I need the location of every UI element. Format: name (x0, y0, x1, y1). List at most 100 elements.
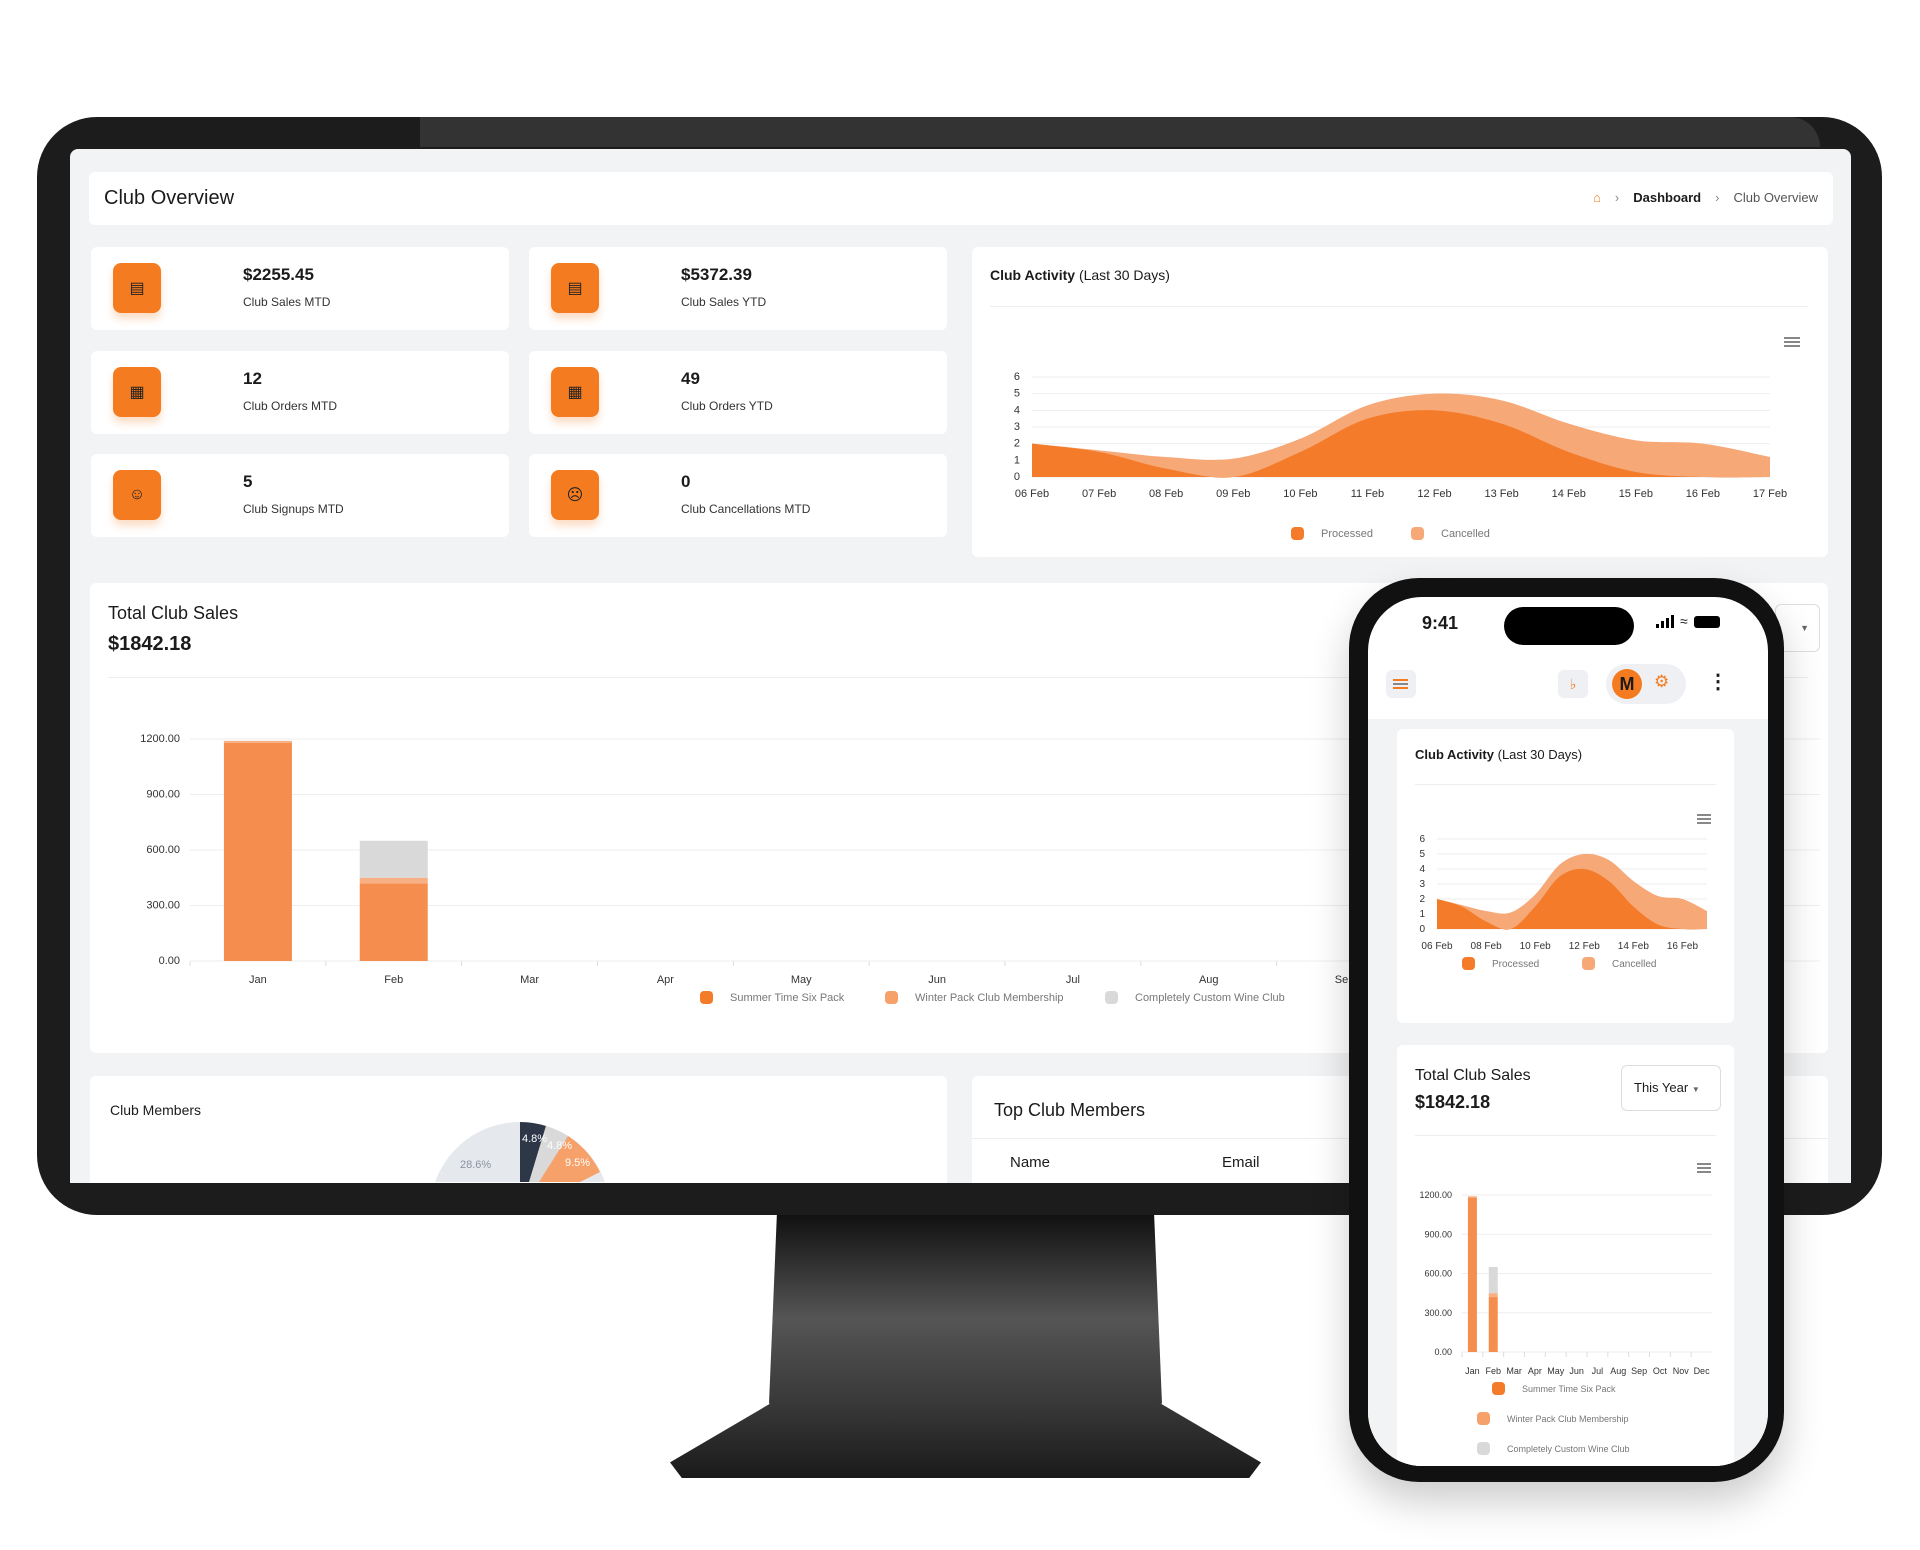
y-tick-label: 1200.00 (1419, 1190, 1452, 1200)
gear-icon[interactable]: ⚙ (1654, 672, 1669, 692)
profile-pill[interactable]: M ⚙ (1606, 664, 1686, 704)
y-tick-label: 0 (1014, 471, 1020, 483)
legend-label: Winter Pack Club Membership (915, 992, 1064, 1004)
y-tick-label: 6 (1014, 371, 1020, 383)
y-tick-label: 1 (1014, 454, 1020, 466)
document-icon: ▦ (551, 367, 599, 417)
avatar[interactable]: M (1612, 669, 1642, 699)
legend-swatch (1477, 1442, 1490, 1455)
divider (1415, 1135, 1716, 1136)
bar-0 (223, 742, 292, 961)
status-time: 9:41 (1422, 613, 1459, 633)
stat-value: 0 (681, 472, 691, 491)
signal-icon (1656, 615, 1674, 628)
stat-value: 12 (243, 369, 262, 388)
x-tick-label: Jun (1569, 1366, 1584, 1376)
chart-menu-icon[interactable] (1697, 1163, 1711, 1173)
stat-label: Club Sales YTD (681, 295, 767, 309)
bar-1 (359, 877, 428, 884)
bar-1 (223, 740, 292, 743)
y-tick-label: 4 (1014, 404, 1020, 416)
column-header-email[interactable]: Email (1222, 1154, 1260, 1171)
stat-label: Club Orders YTD (681, 399, 773, 413)
bar-0 (1467, 1197, 1477, 1352)
activity-chart: 0 1 2 3 4 5 6 06 Feb 08 Feb 10 Feb 12 Feb 14 Feb 16 … (1419, 834, 1707, 970)
x-tick-label: Jul (1592, 1366, 1604, 1376)
wifi-icon: ≈ (1680, 613, 1688, 629)
legend-label: Completely Custom Wine Club (1507, 1444, 1630, 1454)
bar-2 (359, 840, 428, 878)
x-tick-label: 08 Feb (1471, 941, 1503, 952)
title-bold: Club Activity (990, 267, 1076, 283)
page-header: Club Overview ⌂ › Dashboard › Club Overv… (89, 172, 1833, 225)
y-tick-label: 600.00 (146, 844, 180, 856)
x-tick-label: Feb (1485, 1366, 1501, 1376)
legend-label: Summer Time Six Pack (730, 992, 845, 1004)
x-tick-label: 06 Feb (1421, 941, 1453, 952)
y-tick-label: 2 (1014, 438, 1020, 450)
x-tick-label: 12 Feb (1417, 488, 1451, 500)
bar-0 (359, 883, 428, 961)
legend-swatch (1477, 1412, 1490, 1425)
breadcrumb-dashboard[interactable]: Dashboard (1633, 190, 1701, 205)
home-icon[interactable]: ⌂ (1593, 190, 1601, 205)
bar-1 (1467, 1196, 1477, 1198)
sales-total: $1842.18 (108, 633, 192, 655)
phone-screen: 9:41 ≈ ♭ M ⚙ ⋮ Club Activity (Last 30 Da… (1368, 597, 1768, 1466)
more-vertical-icon[interactable]: ⋮ (1708, 669, 1728, 694)
y-tick-label: 300.00 (146, 900, 180, 912)
monitor-base (670, 1400, 1261, 1478)
legend-swatch (1291, 527, 1304, 540)
stat-label: Club Orders MTD (243, 399, 338, 413)
card-title: Club Activity (Last 30 Days) (1415, 747, 1582, 762)
y-tick-label: 5 (1419, 849, 1425, 860)
credit-card-icon: ▤ (113, 263, 161, 313)
legend-swatch (1492, 1382, 1505, 1395)
x-tick-label: 11 Feb (1351, 488, 1384, 500)
period-value: This Year (1634, 1080, 1689, 1095)
stat-value: 49 (681, 369, 700, 388)
chevron-right-icon: › (1715, 190, 1720, 205)
period-dropdown[interactable]: This Year ▼ (1621, 1065, 1721, 1111)
divider (990, 306, 1808, 307)
legend-swatch (1462, 957, 1475, 970)
y-tick-label: 900.00 (146, 789, 180, 801)
x-tick-label: Aug (1199, 974, 1219, 986)
x-tick-label: 08 Feb (1149, 488, 1183, 500)
card-title: Club Members (110, 1102, 202, 1118)
y-tick-label: 1200.00 (140, 733, 180, 745)
x-tick-label: 17 Feb (1753, 488, 1787, 500)
club-members-card: Club Members 4.8% 4.8% 9.5% 28.6% (90, 1076, 947, 1183)
phone-content: Club Activity (Last 30 Days) 0 1 2 3 4 5 6 06 F… (1368, 719, 1768, 1466)
user-icon: ☺ (113, 470, 161, 520)
x-tick-label: Mar (1506, 1366, 1522, 1376)
legend-swatch (1582, 957, 1595, 970)
x-tick-label: 10 Feb (1283, 488, 1317, 500)
y-tick-label: 5 (1014, 388, 1020, 400)
bell-icon[interactable]: ♭ (1558, 670, 1588, 698)
stat-card: ☺ 5 Club Signups MTD (91, 454, 509, 537)
total-club-sales-card: Total Club Sales $1842.18 This Year ▼ 0.… (1397, 1045, 1734, 1466)
column-header-name[interactable]: Name (1010, 1154, 1050, 1171)
stat-card: ☹ 0 Club Cancellations MTD (529, 454, 947, 537)
stat-value: 5 (243, 472, 253, 491)
chart-menu-icon[interactable] (1784, 337, 1800, 347)
legend-label: Cancelled (1612, 959, 1656, 970)
hamburger-menu-button[interactable] (1386, 670, 1416, 698)
card-title: Total Club Sales (1415, 1067, 1531, 1084)
bar-2 (1488, 1266, 1498, 1294)
chart-menu-icon[interactable] (1697, 814, 1711, 824)
pie-label: 28.6% (460, 1159, 491, 1171)
stat-card: ▤ $2255.45 Club Sales MTD (91, 247, 509, 330)
status-icons: ≈ (1656, 613, 1720, 629)
x-tick-label: 07 Feb (1082, 488, 1116, 500)
y-tick-label: 300.00 (1424, 1308, 1452, 1318)
battery-icon (1693, 616, 1720, 628)
x-tick-label: Apr (657, 974, 674, 986)
stat-label: Club Signups MTD (243, 502, 344, 516)
bar-1 (1488, 1293, 1498, 1298)
pie-label: 4.8% (547, 1140, 572, 1152)
pie-label: 4.8% (522, 1133, 547, 1145)
y-tick-label: 2 (1419, 894, 1425, 905)
stat-card: ▦ 49 Club Orders YTD (529, 351, 947, 434)
